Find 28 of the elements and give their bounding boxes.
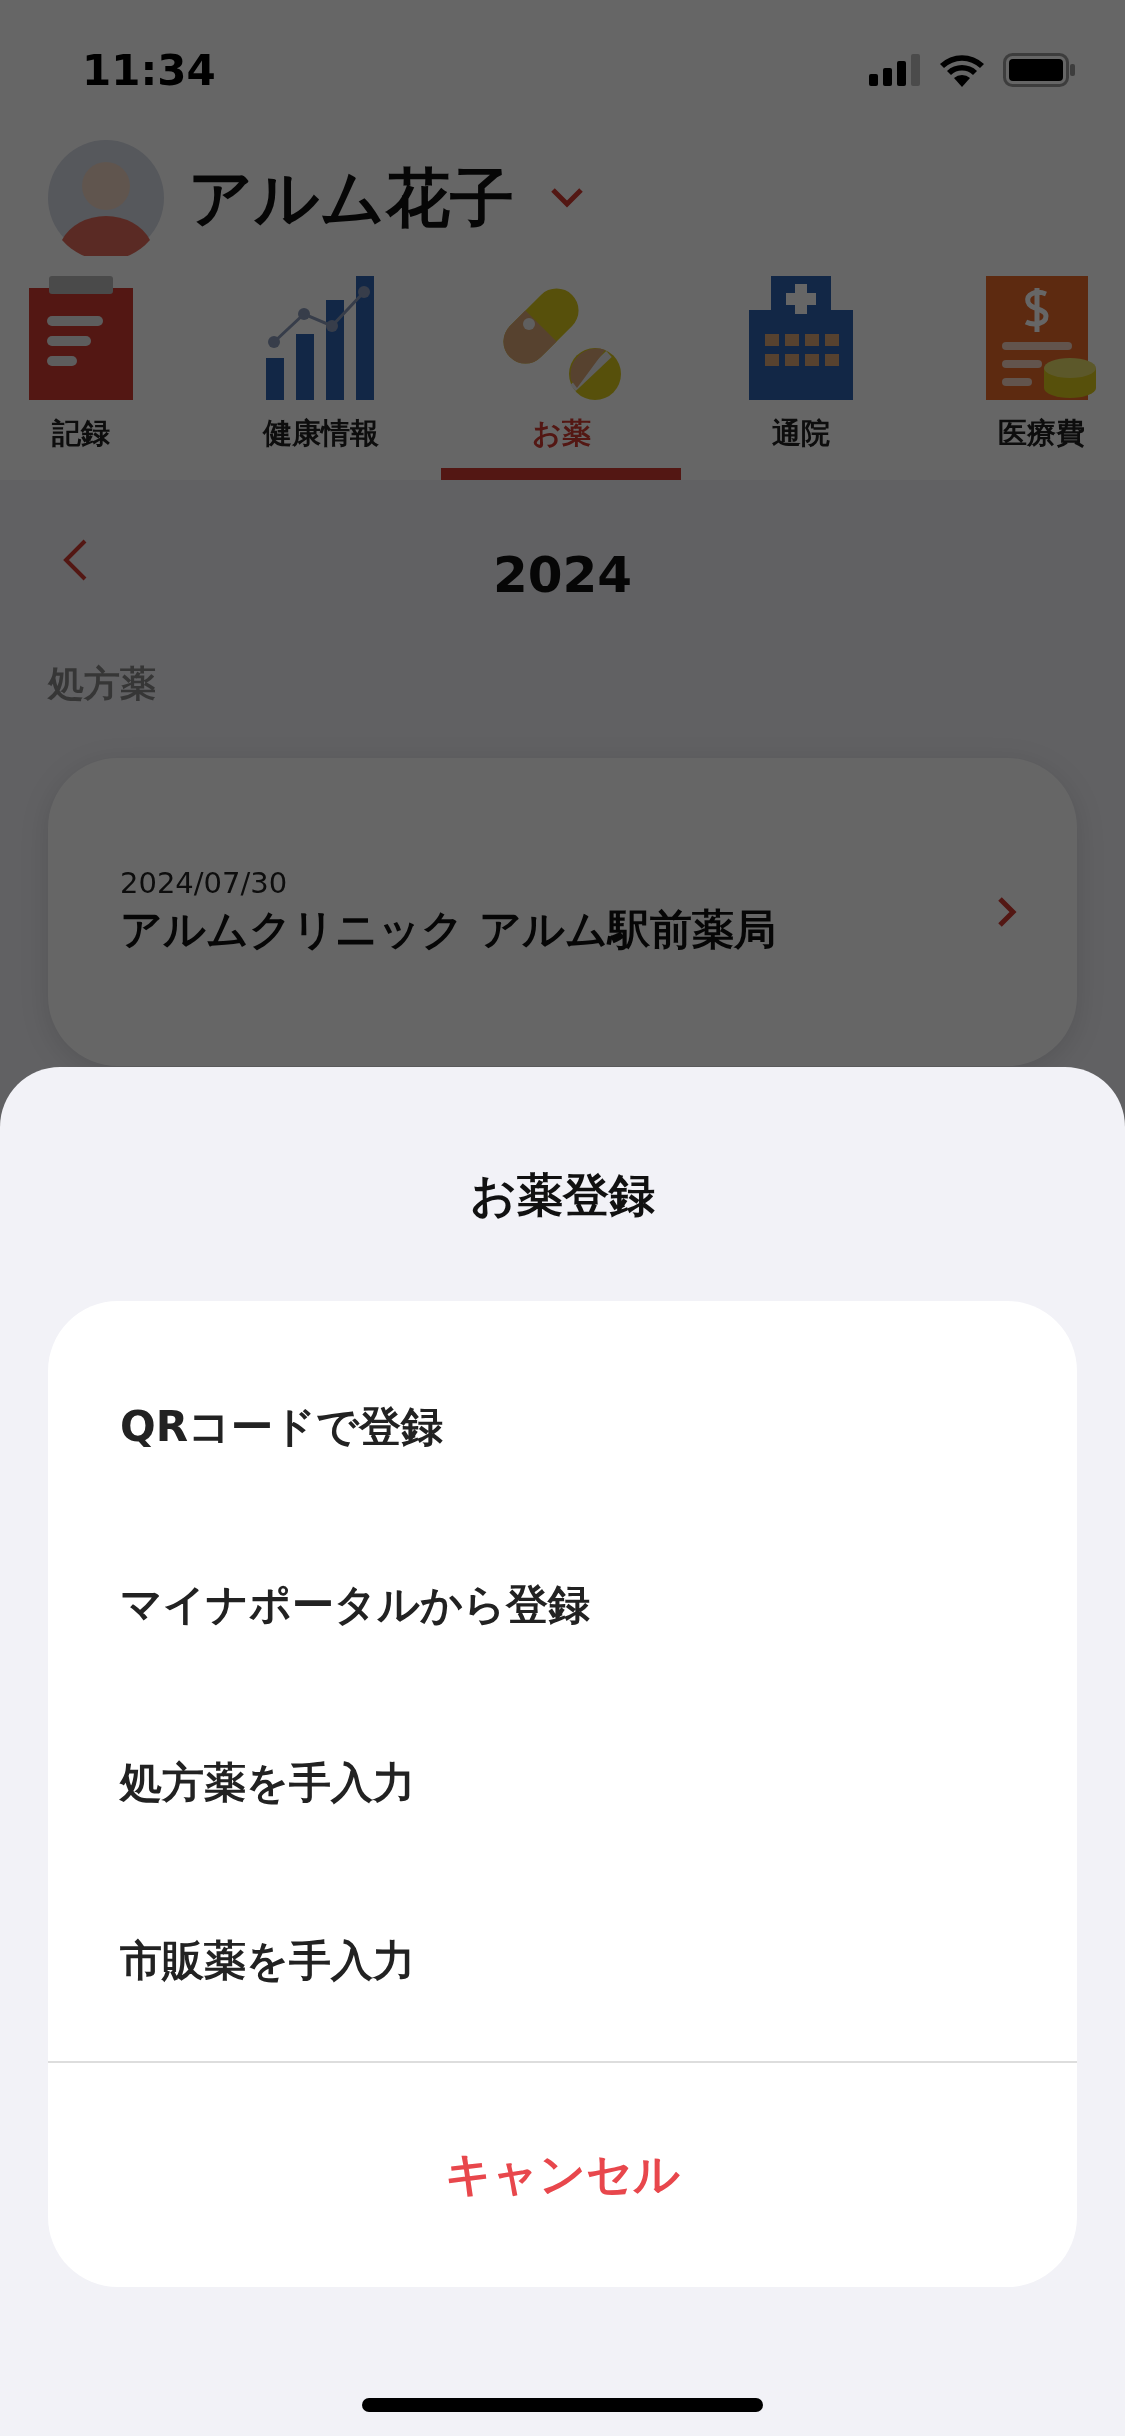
- chevron-right-icon: [997, 896, 1017, 928]
- status-time: 11:34: [82, 45, 216, 95]
- back-icon[interactable]: [62, 538, 88, 582]
- avatar[interactable]: [48, 140, 164, 256]
- tab[interactable]: 医療費: [921, 276, 1125, 480]
- sheet-title: お薬登録: [470, 1167, 655, 1224]
- battery-icon: [1003, 53, 1075, 87]
- tab[interactable]: お薬: [441, 276, 681, 480]
- tab[interactable]: 通院: [681, 276, 921, 480]
- tab[interactable]: 健康情報: [201, 276, 441, 480]
- chevron-down-icon[interactable]: [550, 187, 584, 209]
- pharmacy-name: アルムクリニック アルム駅前薬局: [120, 904, 777, 956]
- prescription-date: 2024/07/30: [120, 866, 289, 900]
- signal-icon: [869, 54, 921, 86]
- menu-option[interactable]: 市販薬を手入力: [48, 1872, 1077, 2050]
- bill-icon: [986, 276, 1096, 400]
- clipboard-icon: [29, 276, 133, 400]
- cancel-button[interactable]: キャンセル: [48, 2063, 1077, 2287]
- menu-option[interactable]: マイナポータルから登録: [48, 1516, 1077, 1694]
- menu-option[interactable]: 処方薬を手入力: [48, 1694, 1077, 1872]
- prescription-card[interactable]: 2024/07/30 アルムクリニック アルム駅前薬局: [48, 758, 1077, 1066]
- tab[interactable]: 記録: [0, 276, 201, 480]
- hospital-icon: [749, 276, 853, 400]
- year-title: 2024: [492, 546, 633, 604]
- bar-chart-icon: [266, 276, 376, 400]
- profile-name[interactable]: アルム花子: [188, 154, 514, 242]
- menu-option[interactable]: QRコードで登録: [48, 1338, 1077, 1516]
- wifi-icon: [939, 53, 985, 87]
